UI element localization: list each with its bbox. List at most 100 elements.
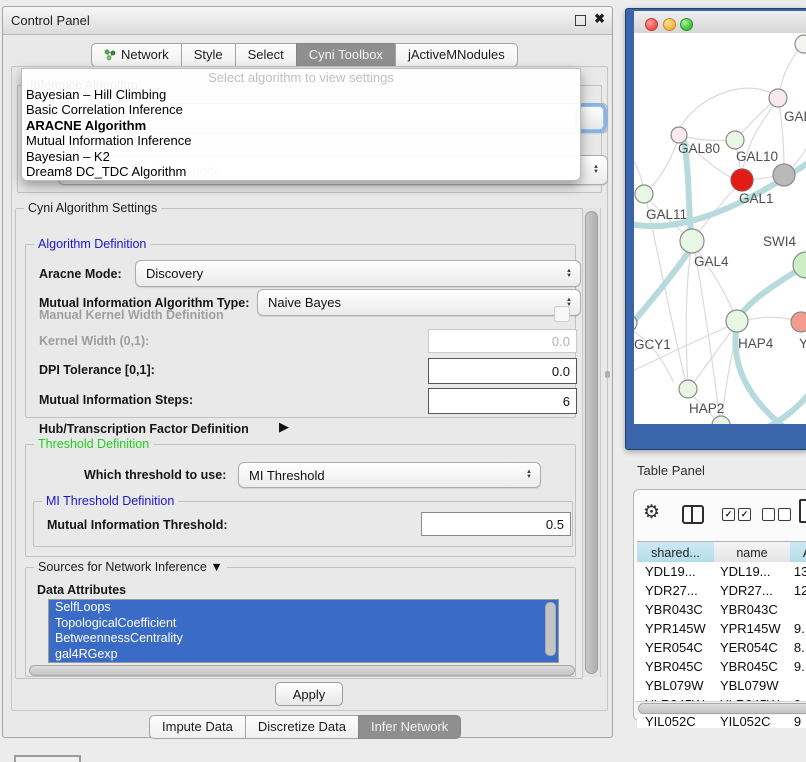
gear-icon[interactable]: ⚙ <box>643 501 660 524</box>
aracne-mode-combobox[interactable]: Discovery ▲▼ <box>135 260 581 287</box>
node-gal10[interactable] <box>726 131 744 149</box>
list-item-selfloops[interactable]: SelfLoops <box>49 600 558 616</box>
list-item-topologicalcoefficient[interactable]: TopologicalCoefficient <box>49 616 558 632</box>
column-header-shared[interactable]: shared... <box>637 541 715 564</box>
tab-cyni-toolbox[interactable]: Cyni Toolbox <box>296 43 396 67</box>
split-columns-icon[interactable] <box>682 505 704 524</box>
tab-jactivemnodules[interactable]: jActiveMNodules <box>395 43 518 67</box>
network-canvas[interactable]: GAL GAL80 GAL10 GAL1 GAL11 GAL4 SWI4 GCY… <box>634 33 806 424</box>
list-item-betweennesscentrality[interactable]: BetweennessCentrality <box>49 631 558 647</box>
table-row[interactable]: YDR27... YDR27... 12 <box>637 581 806 600</box>
node-label-gal10: GAL10 <box>736 149 778 164</box>
control-panel-title: Control Panel <box>3 13 90 28</box>
dropdown-item-basic-correlation[interactable]: Basic Correlation Inference <box>22 102 580 117</box>
cell-name: YIL052C <box>712 714 786 728</box>
table-row[interactable]: YPR145W YPR145W 9. <box>637 619 806 638</box>
mi-steps-field[interactable]: 6 <box>428 388 577 414</box>
node-hap2[interactable] <box>679 380 697 398</box>
cell-shared: YBR043C <box>637 602 712 617</box>
column-header-name[interactable]: name <box>714 541 791 564</box>
cell-name: YER054C <box>712 640 786 655</box>
float-window-icon[interactable] <box>575 15 586 26</box>
table-row[interactable]: YDL19... YDL19... 13 <box>637 562 806 581</box>
manual-kernel-checkbox[interactable] <box>554 306 570 322</box>
tab-network[interactable]: Network <box>91 43 182 67</box>
table-hscroll-thumb[interactable] <box>638 703 806 714</box>
mi-threshold-field[interactable]: 0.5 <box>421 512 571 536</box>
node-label-swi4: SWI4 <box>763 234 796 249</box>
kernel-width-field[interactable]: 0.0 <box>428 329 577 353</box>
network-window-titlebar <box>634 11 806 34</box>
node-unlabeled-bottom[interactable] <box>712 416 730 424</box>
close-panel-icon[interactable]: ✖ <box>594 11 605 27</box>
mac-zoom-icon[interactable] <box>680 18 693 31</box>
which-threshold-combobox[interactable]: MI Threshold ▲▼ <box>238 462 541 488</box>
column-header-partial[interactable]: A <box>790 541 806 564</box>
network-tab-icon <box>104 49 116 61</box>
mi-type-combobox[interactable]: Naive Bayes ▲▼ <box>257 289 581 316</box>
expand-arrow-icon[interactable]: ▶ <box>279 419 289 435</box>
data-attributes-list[interactable]: SelfLoops TopologicalCoefficient Between… <box>48 599 559 663</box>
partial-bottom-widget[interactable] <box>14 755 81 762</box>
node-unlabeled-top[interactable] <box>795 35 806 53</box>
unchecked-box-icon-2[interactable] <box>778 508 791 521</box>
cell-shared: YBR045C <box>637 659 712 674</box>
node-salmon[interactable] <box>791 312 806 332</box>
threshold-definition-title: Threshold Definition <box>34 437 153 451</box>
hub-definition-label: Hub/Transcription Factor Definition <box>39 422 249 436</box>
tab-impute-data[interactable]: Impute Data <box>149 715 246 739</box>
combobox-focused-arrow-button[interactable] <box>578 106 604 130</box>
node-label-gcy1: GCY1 <box>634 337 671 352</box>
sources-group-title: Sources for Network Inference ▼ <box>34 560 227 574</box>
settings-scrollbar[interactable] <box>582 208 601 677</box>
node-gal11[interactable] <box>635 185 653 203</box>
node-gal4[interactable] <box>680 229 704 253</box>
tab-select[interactable]: Select <box>235 43 297 67</box>
checked-box-icon-2[interactable]: ✓ <box>738 508 751 521</box>
table-row[interactable]: YIL052C YIL052C 9 <box>637 714 806 728</box>
list-scrollbar-thumb[interactable] <box>545 602 556 656</box>
panel-splitter-handle[interactable] <box>605 371 610 378</box>
data-attributes-label: Data Attributes <box>37 583 126 597</box>
unchecked-box-icon-1[interactable] <box>762 508 775 521</box>
node-pink-upper[interactable] <box>769 89 787 107</box>
tab-style[interactable]: Style <box>181 43 236 67</box>
cell-value: 9 <box>786 714 806 728</box>
node-label-gal80: GAL80 <box>678 141 720 156</box>
table-row[interactable]: YER054C YER054C 8. <box>637 638 806 657</box>
mac-close-icon[interactable] <box>645 18 658 31</box>
list-item-gal4rgexp[interactable]: gal4RGexp <box>49 647 558 663</box>
dropdown-item-aracne[interactable]: ARACNE Algorithm <box>22 118 580 133</box>
collapse-arrow-icon[interactable]: ▼ <box>210 560 222 574</box>
table-row[interactable]: YBL079W YBL079W <box>637 676 806 695</box>
node-gal1-red[interactable] <box>731 169 753 191</box>
dropdown-item-bayesian-k2[interactable]: Bayesian – K2 <box>22 149 580 164</box>
apply-button[interactable]: Apply <box>275 682 343 706</box>
bottom-tab-bar: Impute Data Discretize Data Infer Networ… <box>149 715 461 739</box>
dpi-tolerance-label: DPI Tolerance [0,1]: <box>39 363 155 377</box>
tab-infer-network[interactable]: Infer Network <box>358 715 461 739</box>
dropdown-item-bayesian-hill-climbing[interactable]: Bayesian – Hill Climbing <box>22 87 580 102</box>
cell-value: 9. <box>786 621 806 636</box>
dropdown-item-dream8[interactable]: Dream8 DC_TDC Algorithm <box>22 164 580 179</box>
node-gray[interactable] <box>773 164 795 186</box>
dropdown-item-mutual-information[interactable]: Mutual Information Inference <box>22 133 580 148</box>
table-panel: ⚙ ✓ ✓ shared... name A YDL19... YDL19...… <box>633 489 806 721</box>
combo-arrows-icon: ▲▼ <box>566 269 572 279</box>
settings-scrollbar-thumb[interactable] <box>585 211 598 674</box>
dropdown-placeholder[interactable]: Select algorithm to view settings <box>22 69 580 87</box>
node-label-y-partial: Y <box>799 336 806 351</box>
tab-discretize-data[interactable]: Discretize Data <box>245 715 359 739</box>
dpi-tolerance-field[interactable]: 0.0 <box>428 358 577 384</box>
column-header-name-label: name <box>736 546 767 560</box>
cell-shared: YBL079W <box>637 678 712 693</box>
cell-value: 12 <box>786 583 806 598</box>
page-icon[interactable] <box>799 499 806 523</box>
table-row[interactable]: YBR045C YBR045C 9. <box>637 657 806 676</box>
sources-horizontal-scrollbar[interactable] <box>29 665 575 676</box>
cell-name: YPR145W <box>712 621 786 636</box>
node-hap4[interactable] <box>726 310 748 332</box>
table-row[interactable]: YBR043C YBR043C <box>637 600 806 619</box>
mac-minimize-icon[interactable] <box>663 18 676 31</box>
checked-box-icon-1[interactable]: ✓ <box>722 508 735 521</box>
